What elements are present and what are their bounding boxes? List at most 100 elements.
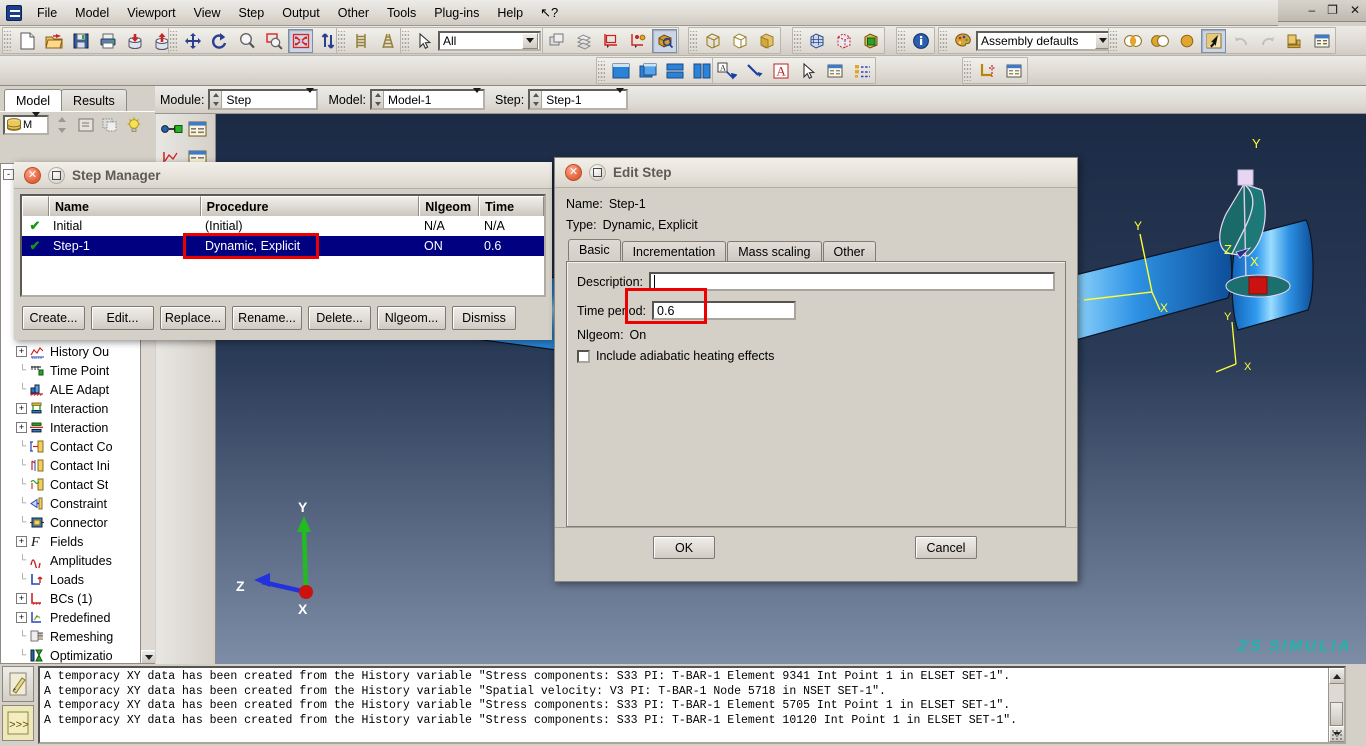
- scroll-thumb[interactable]: [1330, 702, 1343, 726]
- set-manager-icon[interactable]: [1001, 59, 1026, 83]
- boolean-solid-icon[interactable]: [1174, 29, 1199, 53]
- toolbar-grip[interactable]: [794, 30, 801, 51]
- minimize-button[interactable]: –: [1308, 2, 1315, 18]
- assembly-defaults-combo[interactable]: Assembly defaults: [976, 30, 1114, 51]
- module-spinner[interactable]: [210, 91, 223, 108]
- scroll-down-icon[interactable]: [141, 650, 155, 663]
- message-log[interactable]: A temporacy XY data has been created fro…: [38, 666, 1346, 744]
- tree-expander[interactable]: +: [16, 346, 27, 357]
- menu-file[interactable]: File: [28, 3, 66, 23]
- toolbar-grip[interactable]: [1110, 30, 1117, 51]
- resize-grip[interactable]: [1331, 729, 1343, 741]
- tab-results[interactable]: Results: [61, 89, 127, 111]
- replace-button[interactable]: Replace...: [160, 306, 226, 330]
- edit-step-titlebar[interactable]: ✕ Edit Step: [555, 158, 1077, 188]
- annot-manager-icon[interactable]: [822, 59, 847, 83]
- tree-bulb-icon[interactable]: [123, 114, 145, 135]
- delete-button[interactable]: Delete...: [308, 306, 371, 330]
- shaded-icon[interactable]: [754, 29, 779, 53]
- tab-model[interactable]: Model: [4, 89, 63, 111]
- import-icon[interactable]: [122, 29, 147, 53]
- tree-item-loads[interactable]: └ Loads: [1, 570, 155, 589]
- toolbar-grip[interactable]: [690, 30, 697, 51]
- hidden-line-icon[interactable]: [727, 29, 752, 53]
- tree-item-contact-controls[interactable]: └ Contact Co: [1, 437, 155, 456]
- viewport-single-icon[interactable]: [608, 59, 633, 83]
- tree-item-constraints[interactable]: └ Constraint: [1, 494, 155, 513]
- print-icon[interactable]: [95, 29, 120, 53]
- menu-plugins[interactable]: Plug-ins: [425, 3, 488, 23]
- color-palette-icon[interactable]: [950, 29, 975, 53]
- selection-filter-combo[interactable]: All: [438, 30, 541, 51]
- magnify-icon[interactable]: [234, 29, 259, 53]
- model-db-combo[interactable]: M: [3, 114, 49, 135]
- menu-model[interactable]: Model: [66, 3, 118, 23]
- text-arrow-icon[interactable]: A: [714, 59, 739, 83]
- tree-item-history-output[interactable]: + 11213 History Ou: [1, 342, 155, 361]
- toolbar-grip[interactable]: [4, 30, 11, 51]
- tree-item-bcs[interactable]: + BCs (1): [1, 589, 155, 608]
- window-controls[interactable]: – ❐ ✕: [1308, 2, 1360, 18]
- tree-item-optimization[interactable]: └ Optimizatio: [1, 646, 155, 663]
- tree-item-ale-adaptive[interactable]: └ ALE Adapt: [1, 380, 155, 399]
- toolbar-grip[interactable]: [898, 30, 905, 51]
- open-file-icon[interactable]: [41, 29, 66, 53]
- info-icon[interactable]: [908, 29, 933, 53]
- box-zoom-icon[interactable]: [261, 29, 286, 53]
- tree-item-amplitudes[interactable]: └ Amplitudes: [1, 551, 155, 570]
- toolbar-grip[interactable]: [170, 30, 177, 51]
- menu-viewport[interactable]: Viewport: [118, 3, 184, 23]
- chevron-down-icon[interactable]: [306, 93, 314, 106]
- create-button[interactable]: Create...: [22, 306, 85, 330]
- menu-help[interactable]: Help: [488, 3, 532, 23]
- save-icon[interactable]: [68, 29, 93, 53]
- tree-expander[interactable]: +: [16, 593, 27, 604]
- boolean-union-icon[interactable]: [1147, 29, 1172, 53]
- rename-button[interactable]: Rename...: [232, 306, 302, 330]
- menu-view[interactable]: View: [185, 3, 230, 23]
- dismiss-button[interactable]: Dismiss: [452, 306, 516, 330]
- tab-basic[interactable]: Basic: [568, 239, 621, 261]
- arrow-select-icon[interactable]: [412, 29, 437, 53]
- step-col-name[interactable]: Name: [48, 196, 201, 216]
- step-manager-icon[interactable]: [186, 117, 210, 140]
- viewport-tile-h-icon[interactable]: [662, 59, 687, 83]
- tree-copy-icon[interactable]: [99, 114, 121, 135]
- new-file-icon[interactable]: [14, 29, 39, 53]
- message-pencil-icon[interactable]: [2, 666, 34, 702]
- module-combo[interactable]: Step: [208, 89, 319, 110]
- pointer-annot-icon[interactable]: [795, 59, 820, 83]
- text-big-icon[interactable]: A: [768, 59, 793, 83]
- tab-incrementation[interactable]: Incrementation: [621, 241, 727, 261]
- cancel-button[interactable]: Cancel: [915, 536, 977, 559]
- toolbar-grip[interactable]: [598, 60, 605, 81]
- nlgeom-button[interactable]: Nlgeom...: [377, 306, 446, 330]
- tree-item-contact-initialization[interactable]: └ Contact Ini: [1, 456, 155, 475]
- maximize-icon[interactable]: [48, 166, 65, 184]
- layers-icon[interactable]: [571, 29, 596, 53]
- viewport-overlay-icon[interactable]: [635, 59, 660, 83]
- tree-expander[interactable]: +: [16, 422, 27, 433]
- mesh-dashed-icon[interactable]: [831, 29, 856, 53]
- tree-item-remeshing[interactable]: └ Remeshing: [1, 627, 155, 646]
- model-spinner[interactable]: [372, 91, 385, 108]
- rotate-icon[interactable]: [207, 29, 232, 53]
- menu-output[interactable]: Output: [273, 3, 329, 23]
- viewport-tile-v-icon[interactable]: [689, 59, 714, 83]
- cut-arrow-icon[interactable]: [1201, 28, 1226, 53]
- scroll-up-icon[interactable]: [1329, 668, 1344, 684]
- datum-csys-icon[interactable]: [974, 59, 999, 83]
- probe-red-icon[interactable]: [625, 29, 650, 53]
- auto-fit-icon[interactable]: [288, 28, 313, 53]
- tree-item-connectors[interactable]: └ Connector: [1, 513, 155, 532]
- tree-spin-icon[interactable]: [51, 114, 73, 135]
- adiabatic-row[interactable]: Include adiabatic heating effects: [577, 349, 1055, 363]
- chevron-down-icon[interactable]: [473, 93, 481, 106]
- restore-button[interactable]: ❐: [1327, 2, 1338, 18]
- ok-button[interactable]: OK: [653, 536, 715, 559]
- close-button[interactable]: ✕: [1350, 2, 1360, 18]
- context-help-icon[interactable]: ↖?: [532, 3, 566, 23]
- tree-item-interactions[interactable]: + Interaction: [1, 399, 155, 418]
- chevron-down-icon[interactable]: [32, 117, 46, 132]
- boolean-intersect-icon[interactable]: [1120, 29, 1145, 53]
